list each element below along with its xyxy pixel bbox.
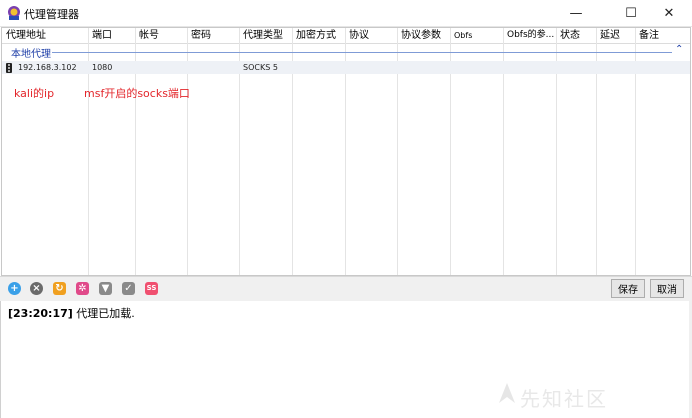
annotation-ip: kali的ip [14, 87, 55, 100]
refresh-icon[interactable]: ↻ [53, 282, 66, 295]
column-header-latency[interactable]: 延迟 [596, 28, 635, 43]
chevron-up-icon[interactable]: ⌃ [675, 44, 683, 55]
cell-obfs [450, 61, 454, 74]
column-header-type[interactable]: 代理类型 [239, 28, 292, 43]
column-header-encryption[interactable]: 加密方式 [292, 28, 345, 43]
title-bar: 代理管理器 — ☐ ✕ [0, 0, 692, 27]
cell-password [187, 61, 191, 74]
cell-latency [596, 61, 600, 74]
save-button[interactable]: 保存 [611, 279, 645, 298]
group-divider [52, 52, 672, 53]
column-header-port[interactable]: 端口 [88, 28, 135, 43]
column-header-obfs[interactable]: Obfs [450, 28, 503, 43]
cell-port: 1080 [92, 63, 113, 72]
group-label: 本地代理 [11, 49, 51, 60]
log-message: 代理已加载. [76, 307, 135, 320]
cell-obfs-params [503, 61, 507, 74]
log-timestamp: [23:20:17] [8, 307, 73, 320]
check-icon[interactable]: ✓ [122, 282, 135, 295]
watermark-text: 先知社区 [520, 387, 608, 411]
column-header-password[interactable]: 密码 [187, 28, 239, 43]
ss-icon[interactable]: SS [145, 282, 158, 295]
close-button[interactable]: ✕ [646, 0, 692, 26]
proxy-grid: 代理地址 端口 帐号 密码 代理类型 加密方式 协议 协议参数 Obfs Obf… [1, 27, 691, 276]
column-header-address[interactable]: 代理地址 [2, 28, 88, 43]
cell-note [635, 61, 639, 74]
annotation-port: msf开启的socks端口 [84, 87, 190, 100]
column-header-status[interactable]: 状态 [556, 28, 596, 43]
grid-header: 代理地址 端口 帐号 密码 代理类型 加密方式 协议 协议参数 Obfs Obf… [2, 28, 690, 44]
log-entry: [23:20:17] 代理已加载. [8, 305, 135, 321]
column-header-obfs-params[interactable]: Obfs的参... [503, 28, 556, 43]
settings-icon[interactable]: ✲ [76, 282, 89, 295]
table-row[interactable]: 192.168.3.102 1080 SOCKS 5 [2, 61, 690, 74]
remove-icon[interactable]: × [30, 282, 43, 295]
column-header-protocol-params[interactable]: 协议参数 [397, 28, 450, 43]
column-header-protocol[interactable]: 协议 [345, 28, 397, 43]
app-icon [8, 6, 20, 20]
cell-account [135, 61, 139, 74]
traffic-light-icon [6, 63, 12, 73]
toolbar: + × ↻ ✲ ▼ ✓ SS 保存 取消 [0, 276, 692, 302]
column-header-note[interactable]: 备注 [635, 28, 690, 43]
add-icon[interactable]: + [8, 282, 21, 295]
window-title: 代理管理器 [24, 8, 79, 21]
shield-icon[interactable]: ▼ [99, 282, 112, 295]
cell-status [556, 61, 560, 74]
cell-encryption [292, 61, 296, 74]
watermark-logo-icon [499, 383, 515, 403]
minimize-button[interactable]: — [553, 0, 599, 26]
cell-protocol [345, 61, 349, 74]
cell-protocol-params [397, 61, 401, 74]
group-header-local-proxy[interactable]: 本地代理 ⌃ [2, 44, 690, 60]
column-header-account[interactable]: 帐号 [135, 28, 187, 43]
cell-type: SOCKS 5 [243, 63, 278, 72]
cancel-button[interactable]: 取消 [650, 279, 684, 298]
cell-address: 192.168.3.102 [18, 63, 77, 72]
